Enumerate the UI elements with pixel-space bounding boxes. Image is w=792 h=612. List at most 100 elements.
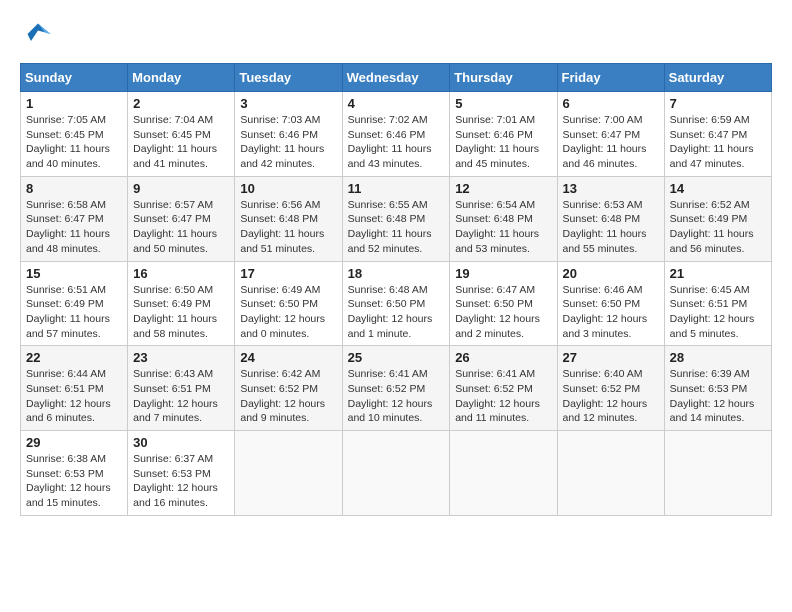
day-number: 8 (26, 181, 122, 196)
day-detail: Sunrise: 7:02 AMSunset: 6:46 PMDaylight:… (348, 113, 445, 172)
calendar-cell: 10Sunrise: 6:56 AMSunset: 6:48 PMDayligh… (235, 176, 342, 261)
calendar-cell: 21 Sunrise: 6:45 AMSunset: 6:51 PMDayligh… (664, 261, 771, 346)
day-number: 26 (455, 350, 551, 365)
day-detail: Sunrise: 6:45 AMSunset: 6:51 PMDaylight:… (670, 283, 766, 342)
calendar-cell: 7Sunrise: 6:59 AMSunset: 6:47 PMDaylight… (664, 92, 771, 177)
calendar-cell: 9 Sunrise: 6:57 AMSunset: 6:47 PMDaylight… (128, 176, 235, 261)
calendar-cell (450, 431, 557, 516)
calendar-week-row: 22Sunrise: 6:44 AMSunset: 6:51 PMDayligh… (21, 346, 772, 431)
calendar-cell: 15 Sunrise: 6:51 AMSunset: 6:49 PMDayligh… (21, 261, 128, 346)
day-number: 19 (455, 266, 551, 281)
day-number: 5 (455, 96, 551, 111)
day-detail: Sunrise: 6:41 AMSunset: 6:52 PMDaylight:… (455, 367, 551, 426)
day-detail: Sunrise: 6:52 AMSunset: 6:49 PMDaylight:… (670, 198, 766, 257)
calendar-header-sunday: Sunday (21, 64, 128, 92)
day-number: 30 (133, 435, 229, 450)
calendar-cell: 28 Sunrise: 6:39 AMSunset: 6:53 PMDayligh… (664, 346, 771, 431)
day-detail: Sunrise: 7:01 AMSunset: 6:46 PMDaylight:… (455, 113, 551, 172)
calendar-cell: 29Sunrise: 6:38 AMSunset: 6:53 PMDayligh… (21, 431, 128, 516)
day-number: 10 (240, 181, 336, 196)
calendar-header-saturday: Saturday (664, 64, 771, 92)
day-detail: Sunrise: 6:57 AMSunset: 6:47 PMDaylight:… (133, 198, 229, 257)
day-detail: Sunrise: 6:37 AMSunset: 6:53 PMDaylight:… (133, 452, 229, 511)
day-detail: Sunrise: 6:53 AMSunset: 6:48 PMDaylight:… (563, 198, 659, 257)
calendar-cell: 26 Sunrise: 6:41 AMSunset: 6:52 PMDayligh… (450, 346, 557, 431)
day-detail: Sunrise: 6:55 AMSunset: 6:48 PMDaylight:… (348, 198, 445, 257)
day-detail: Sunrise: 6:38 AMSunset: 6:53 PMDaylight:… (26, 452, 122, 511)
calendar-cell: 14 Sunrise: 6:52 AMSunset: 6:49 PMDayligh… (664, 176, 771, 261)
calendar-header-thursday: Thursday (450, 64, 557, 92)
day-number: 9 (133, 181, 229, 196)
calendar-cell: 5 Sunrise: 7:01 AMSunset: 6:46 PMDaylight… (450, 92, 557, 177)
logo-bird-icon (24, 20, 52, 48)
calendar-cell: 17 Sunrise: 6:49 AMSunset: 6:50 PMDayligh… (235, 261, 342, 346)
calendar-cell: 18Sunrise: 6:48 AMSunset: 6:50 PMDayligh… (342, 261, 450, 346)
calendar-cell (664, 431, 771, 516)
day-detail: Sunrise: 6:47 AMSunset: 6:50 PMDaylight:… (455, 283, 551, 342)
calendar-cell: 11 Sunrise: 6:55 AMSunset: 6:48 PMDayligh… (342, 176, 450, 261)
day-detail: Sunrise: 6:40 AMSunset: 6:52 PMDaylight:… (563, 367, 659, 426)
calendar-cell: 27 Sunrise: 6:40 AMSunset: 6:52 PMDayligh… (557, 346, 664, 431)
calendar-cell: 24 Sunrise: 6:42 AMSunset: 6:52 PMDayligh… (235, 346, 342, 431)
calendar-cell: 3 Sunrise: 7:03 AMSunset: 6:46 PMDaylight… (235, 92, 342, 177)
day-number: 12 (455, 181, 551, 196)
day-detail: Sunrise: 7:00 AMSunset: 6:47 PMDaylight:… (563, 113, 659, 172)
day-number: 13 (563, 181, 659, 196)
calendar-week-row: 29Sunrise: 6:38 AMSunset: 6:53 PMDayligh… (21, 431, 772, 516)
calendar-cell: 30 Sunrise: 6:37 AMSunset: 6:53 PMDayligh… (128, 431, 235, 516)
calendar-week-row: 15 Sunrise: 6:51 AMSunset: 6:49 PMDayligh… (21, 261, 772, 346)
calendar-cell: 16Sunrise: 6:50 AMSunset: 6:49 PMDayligh… (128, 261, 235, 346)
calendar-header-row: SundayMondayTuesdayWednesdayThursdayFrid… (21, 64, 772, 92)
day-number: 1 (26, 96, 122, 111)
day-number: 28 (670, 350, 766, 365)
day-detail: Sunrise: 6:51 AMSunset: 6:49 PMDaylight:… (26, 283, 122, 342)
calendar-table: SundayMondayTuesdayWednesdayThursdayFrid… (20, 63, 772, 516)
calendar-cell: 2 Sunrise: 7:04 AMSunset: 6:45 PMDaylight… (128, 92, 235, 177)
day-detail: Sunrise: 6:54 AMSunset: 6:48 PMDaylight:… (455, 198, 551, 257)
day-number: 15 (26, 266, 122, 281)
logo (20, 20, 52, 53)
day-number: 6 (563, 96, 659, 111)
day-detail: Sunrise: 6:49 AMSunset: 6:50 PMDaylight:… (240, 283, 336, 342)
page-header (20, 20, 772, 53)
day-number: 3 (240, 96, 336, 111)
calendar-cell (235, 431, 342, 516)
calendar-header-tuesday: Tuesday (235, 64, 342, 92)
day-detail: Sunrise: 6:58 AMSunset: 6:47 PMDaylight:… (26, 198, 122, 257)
day-detail: Sunrise: 6:42 AMSunset: 6:52 PMDaylight:… (240, 367, 336, 426)
day-number: 21 (670, 266, 766, 281)
day-number: 14 (670, 181, 766, 196)
calendar-cell: 1 Sunrise: 7:05 AMSunset: 6:45 PMDaylight… (21, 92, 128, 177)
day-detail: Sunrise: 6:39 AMSunset: 6:53 PMDaylight:… (670, 367, 766, 426)
calendar-cell: 25 Sunrise: 6:41 AMSunset: 6:52 PMDayligh… (342, 346, 450, 431)
calendar-header-wednesday: Wednesday (342, 64, 450, 92)
day-number: 24 (240, 350, 336, 365)
day-number: 20 (563, 266, 659, 281)
calendar-week-row: 1 Sunrise: 7:05 AMSunset: 6:45 PMDaylight… (21, 92, 772, 177)
calendar-cell: 8 Sunrise: 6:58 AMSunset: 6:47 PMDaylight… (21, 176, 128, 261)
day-number: 2 (133, 96, 229, 111)
calendar-cell: 6 Sunrise: 7:00 AMSunset: 6:47 PMDaylight… (557, 92, 664, 177)
day-number: 23 (133, 350, 229, 365)
calendar-cell: 13 Sunrise: 6:53 AMSunset: 6:48 PMDayligh… (557, 176, 664, 261)
day-detail: Sunrise: 6:41 AMSunset: 6:52 PMDaylight:… (348, 367, 445, 426)
calendar-cell: 20 Sunrise: 6:46 AMSunset: 6:50 PMDayligh… (557, 261, 664, 346)
calendar-header-friday: Friday (557, 64, 664, 92)
calendar-cell: 12 Sunrise: 6:54 AMSunset: 6:48 PMDayligh… (450, 176, 557, 261)
day-number: 4 (348, 96, 445, 111)
day-detail: Sunrise: 6:48 AMSunset: 6:50 PMDaylight:… (348, 283, 445, 342)
day-number: 25 (348, 350, 445, 365)
day-detail: Sunrise: 7:04 AMSunset: 6:45 PMDaylight:… (133, 113, 229, 172)
calendar-cell: 22Sunrise: 6:44 AMSunset: 6:51 PMDayligh… (21, 346, 128, 431)
day-number: 22 (26, 350, 122, 365)
day-detail: Sunrise: 7:03 AMSunset: 6:46 PMDaylight:… (240, 113, 336, 172)
day-detail: Sunrise: 7:05 AMSunset: 6:45 PMDaylight:… (26, 113, 122, 172)
day-number: 7 (670, 96, 766, 111)
day-detail: Sunrise: 6:46 AMSunset: 6:50 PMDaylight:… (563, 283, 659, 342)
day-number: 27 (563, 350, 659, 365)
day-number: 11 (348, 181, 445, 196)
day-detail: Sunrise: 6:43 AMSunset: 6:51 PMDaylight:… (133, 367, 229, 426)
calendar-cell (557, 431, 664, 516)
day-number: 17 (240, 266, 336, 281)
calendar-header-monday: Monday (128, 64, 235, 92)
